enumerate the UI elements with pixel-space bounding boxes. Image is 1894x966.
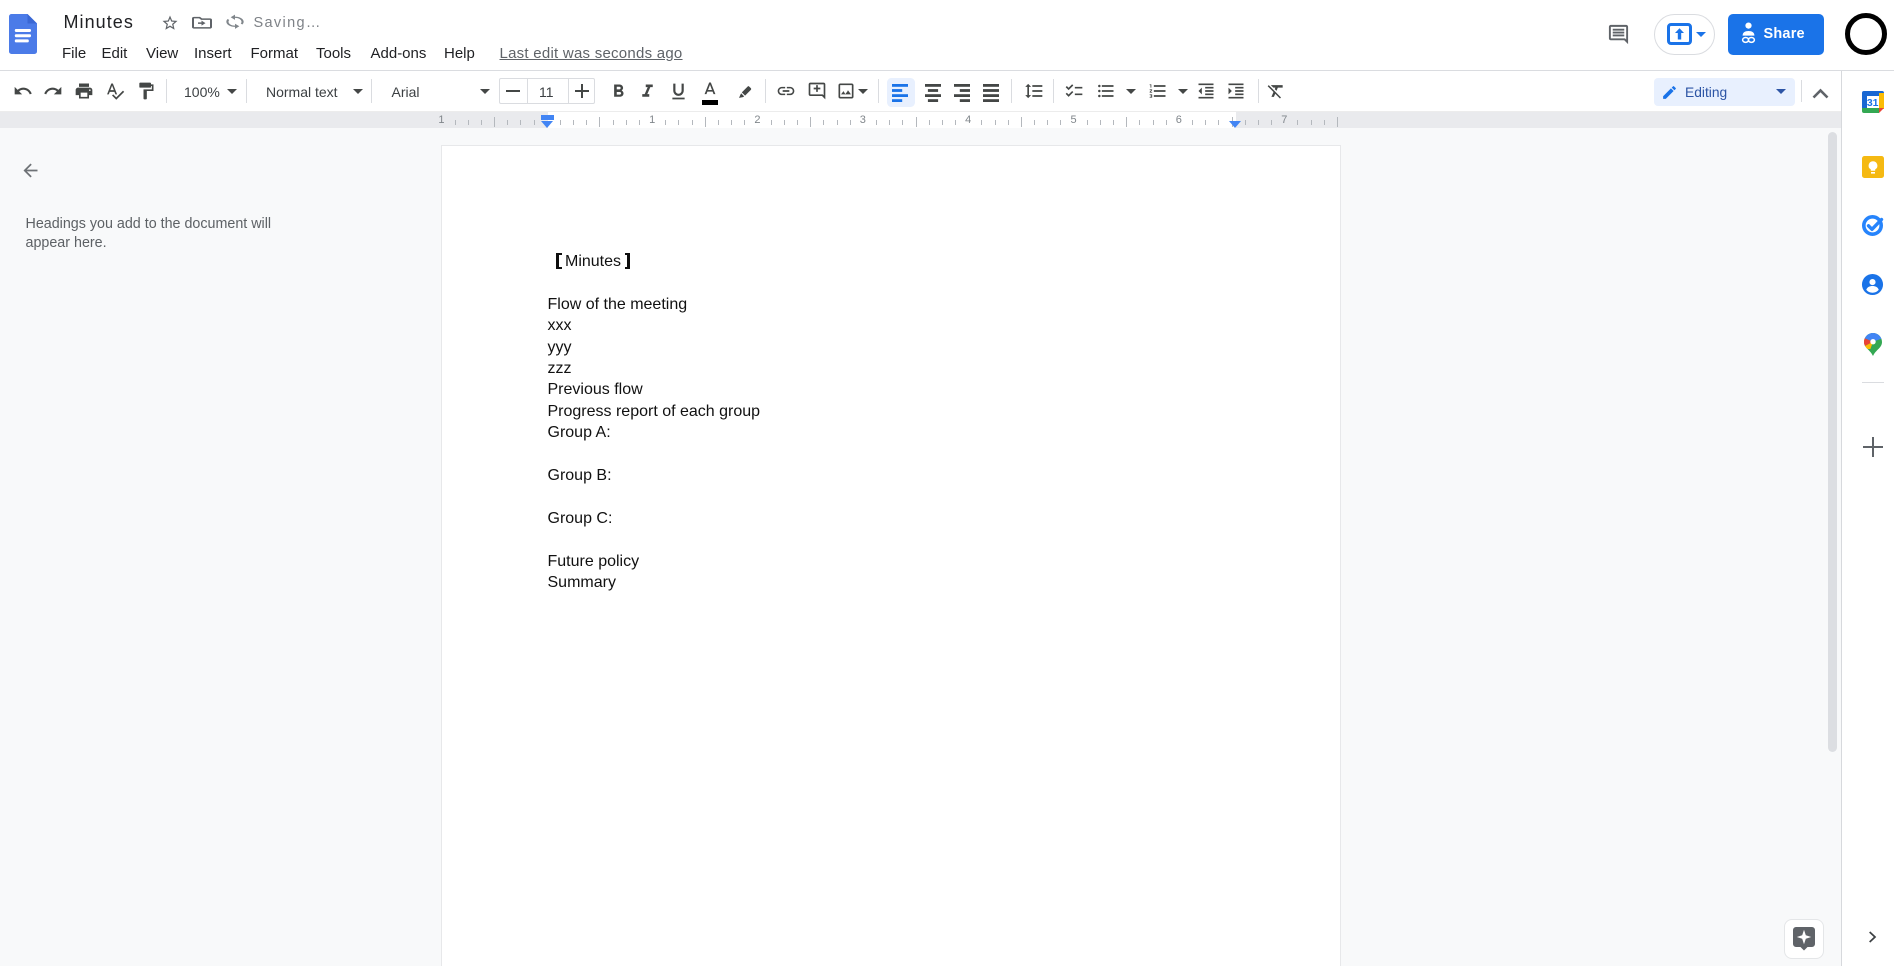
svg-text:31: 31 <box>1866 97 1878 109</box>
